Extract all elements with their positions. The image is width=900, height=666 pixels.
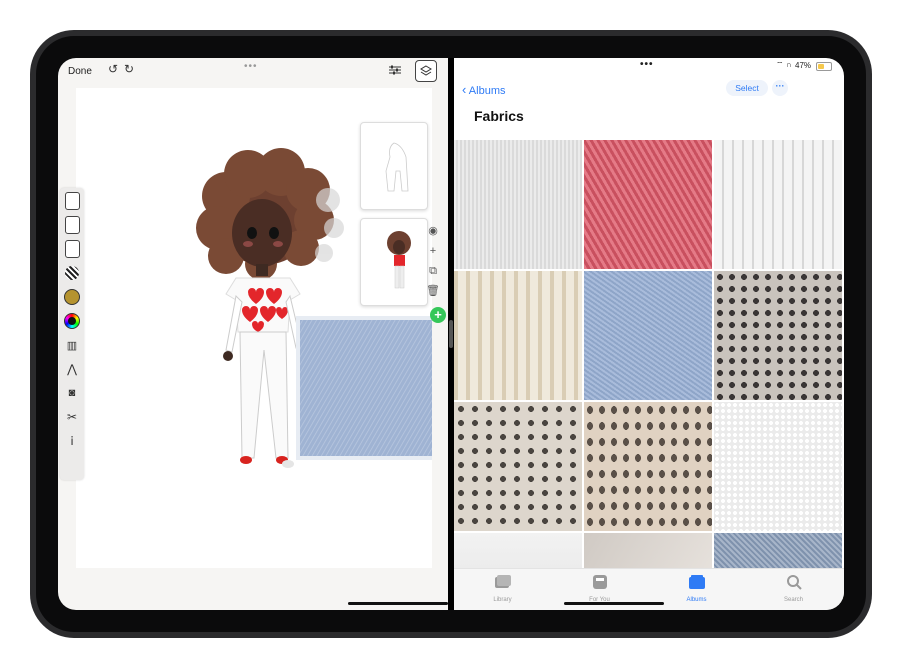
screen: Done ↺ ↻ ••• ▥ ⋀ ◙ ✂ ⅰ ◉ + ⧉ 🗑 + ••• ⌔ ∩… xyxy=(58,58,844,610)
drop-add-icon: + xyxy=(430,307,446,323)
wifi-icon: ⌔ xyxy=(776,60,784,69)
trash-icon[interactable]: 🗑 xyxy=(426,284,440,298)
tab-label: Search xyxy=(783,597,803,603)
done-button[interactable]: Done xyxy=(68,66,92,77)
chevron-left-icon: ‹ xyxy=(462,82,467,97)
photo-tile[interactable] xyxy=(584,402,712,531)
photo-tile[interactable] xyxy=(454,533,582,570)
scissors-icon[interactable]: ✂ xyxy=(63,408,81,426)
tab-library[interactable]: Library xyxy=(454,570,551,610)
photos-icon xyxy=(494,575,511,588)
ruler-tool-icon[interactable]: ▥ xyxy=(63,336,81,354)
home-indicator-right xyxy=(564,602,664,605)
drawing-toolbar-top: Done ↺ ↻ ••• xyxy=(58,58,448,86)
texture-tool-icon[interactable] xyxy=(63,288,81,306)
tool-palette: ▥ ⋀ ◙ ✂ ⅰ xyxy=(60,188,84,480)
more-dots-icon[interactable]: ••• xyxy=(640,59,654,70)
headphones-icon: ∩ xyxy=(786,60,792,69)
photo-tile[interactable] xyxy=(454,402,582,531)
pattern-tool-icon[interactable] xyxy=(63,264,81,282)
plus-icon[interactable]: + xyxy=(426,244,440,258)
battery-percent: 47% xyxy=(795,61,812,70)
photo-tile[interactable] xyxy=(714,402,842,531)
eyedropper-icon[interactable]: ⅰ xyxy=(63,432,81,450)
eye-icon[interactable]: ◉ xyxy=(426,224,440,238)
redo-icon[interactable]: ↻ xyxy=(124,62,134,76)
drawing-app: Done ↺ ↻ ••• ▥ ⋀ ◙ ✂ ⅰ ◉ + ⧉ 🗑 + xyxy=(58,58,448,610)
battery-icon xyxy=(816,62,832,71)
photos-app: ••• ⌔ ∩ 47% ‹ Albums Select ··· Fabrics xyxy=(454,58,844,610)
layer-thumbnail-sketch[interactable] xyxy=(360,122,428,210)
photo-tile[interactable] xyxy=(714,533,842,570)
photo-tile[interactable] xyxy=(454,271,582,400)
layers-icon[interactable] xyxy=(415,60,437,82)
split-divider-handle[interactable] xyxy=(449,320,453,348)
for-you-icon xyxy=(592,575,607,589)
photo-tile[interactable] xyxy=(714,140,842,269)
status-bar: ••• ⌔ ∩ 47% xyxy=(454,58,844,74)
layer-thumbnail-doll[interactable] xyxy=(360,218,428,306)
dot-tool-icon[interactable] xyxy=(63,240,81,258)
home-indicator-left xyxy=(348,602,448,605)
albums-icon xyxy=(688,575,705,589)
more-options-button[interactable]: ··· xyxy=(772,80,788,96)
duplicate-icon[interactable]: ⧉ xyxy=(426,264,440,278)
photo-tile[interactable] xyxy=(584,271,712,400)
more-dots-icon[interactable]: ••• xyxy=(244,61,258,72)
camera-icon[interactable]: ◙ xyxy=(63,384,81,402)
undo-icon[interactable]: ↺ xyxy=(108,62,118,76)
photo-tile[interactable] xyxy=(714,271,842,400)
pen-tool-icon[interactable] xyxy=(63,192,81,210)
album-title: Fabrics xyxy=(474,108,524,124)
photo-grid xyxy=(454,140,844,570)
tab-label: Library xyxy=(493,597,512,603)
layer-thumbnails xyxy=(360,122,428,308)
back-label: Albums xyxy=(468,85,506,97)
search-icon xyxy=(786,575,802,590)
adjustments-icon[interactable] xyxy=(388,64,402,76)
color-wheel-icon[interactable] xyxy=(63,312,81,330)
brush-tool-icon[interactable] xyxy=(63,216,81,234)
photo-tile[interactable] xyxy=(454,140,582,269)
select-button[interactable]: Select xyxy=(726,80,768,96)
photo-tile[interactable] xyxy=(584,533,712,570)
compass-tool-icon[interactable]: ⋀ xyxy=(63,360,81,378)
photo-tile[interactable] xyxy=(584,140,712,269)
tab-search[interactable]: Search xyxy=(745,570,842,610)
back-button[interactable]: ‹ Albums xyxy=(462,82,505,97)
